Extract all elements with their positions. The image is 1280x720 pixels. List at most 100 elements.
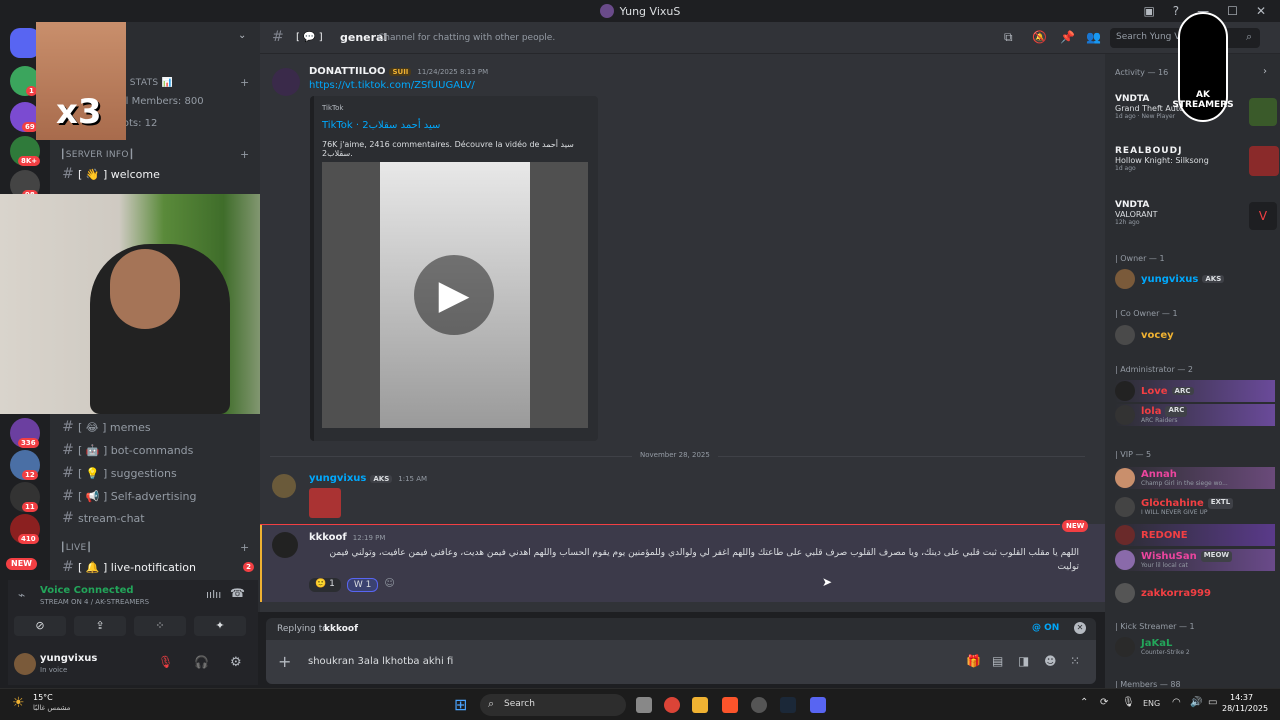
add-channel-icon[interactable]: +	[240, 541, 249, 554]
taskbar: ☀ 15°C مشمس غالبًا ⊞ ⌕ Search ⌃ ⟳ 🎙 ENG …	[0, 688, 1280, 720]
embed-title[interactable]: TikTok · سيد أحمد سقلاب2	[322, 120, 440, 131]
channel-welcome[interactable]: #[ 👋 ] welcome	[58, 163, 254, 185]
maximize-button[interactable]: ☐	[1227, 4, 1238, 18]
member-item[interactable]: Annah Champ Girl in the siege wo...	[1115, 467, 1275, 489]
activity-card[interactable]: VNDTA VALORANT 12h ago V	[1115, 200, 1277, 236]
steam-icon[interactable]	[780, 697, 796, 713]
channel-self-advertising[interactable]: #[ 📢 ] Self-advertising	[58, 485, 254, 507]
play-icon[interactable]: ▶	[414, 255, 494, 335]
reaction[interactable]: 🙂 1	[309, 578, 341, 592]
brave-icon[interactable]	[722, 697, 738, 713]
video-thumbnail[interactable]: ▶	[322, 162, 588, 428]
upload-plus-icon[interactable]: +	[278, 652, 291, 671]
server-icon[interactable]: 410	[10, 514, 40, 544]
message-input[interactable]: shoukran 3ala lkhotba akhi fi	[308, 656, 453, 667]
network-icon[interactable]: ⟳	[1100, 697, 1108, 708]
mention-toggle[interactable]: @ ON	[1032, 623, 1059, 633]
members-icon[interactable]: 👥	[1086, 30, 1101, 44]
avatar[interactable]	[14, 653, 36, 675]
member-item[interactable]: JaKaL Counter-Strike 2	[1115, 636, 1275, 658]
activities-button[interactable]: ⁘	[134, 616, 186, 636]
channel-memes[interactable]: #[ 😂 ] memes	[58, 416, 254, 438]
member-item[interactable]: Glöchahine EXTL I WILL NEVER GIVE UP	[1115, 496, 1275, 518]
channel-stream-chat[interactable]: # stream-chat	[58, 507, 254, 529]
taskbar-search[interactable]: ⌕ Search	[480, 694, 626, 716]
language-indicator[interactable]: ENG	[1143, 699, 1160, 708]
avatar[interactable]	[272, 474, 296, 498]
reaction[interactable]: W 1	[346, 578, 379, 592]
username[interactable]: yungvixus	[40, 653, 97, 664]
add-channel-icon[interactable]: +	[240, 76, 249, 89]
gift-icon[interactable]: 🎁	[966, 654, 981, 668]
category-server-info[interactable]: ┃SERVER INFO┃	[60, 150, 135, 160]
message-author[interactable]: kkkoof	[309, 532, 347, 543]
gif-icon[interactable]: ▤	[992, 654, 1003, 668]
disconnect-icon[interactable]: ☎	[230, 586, 245, 600]
voice-status[interactable]: Voice Connected	[40, 585, 134, 596]
avatar[interactable]	[272, 532, 298, 558]
close-button[interactable]: ✕	[1256, 4, 1266, 18]
mic-icon[interactable]: 🎙	[1122, 697, 1135, 708]
channel-topic[interactable]: Channel for chatting with other people.	[378, 33, 555, 43]
channel-bot-commands[interactable]: #[ 🤖 ] bot-commands	[58, 439, 254, 461]
gear-icon[interactable]: ⚙	[230, 655, 242, 670]
inbox-icon[interactable]: ▣	[1143, 4, 1154, 18]
category-live[interactable]: ┃LIVE┃	[60, 543, 92, 553]
message-author[interactable]: yungvixus	[309, 473, 366, 484]
discord-icon[interactable]	[810, 697, 826, 713]
battery-icon[interactable]: ▭	[1208, 697, 1217, 708]
avatar[interactable]	[272, 68, 300, 96]
member-item[interactable]: lola ARC ARC Raiders	[1115, 404, 1275, 426]
deafen-icon[interactable]: 🎧	[194, 655, 209, 669]
app-icon[interactable]	[751, 697, 767, 713]
soundboard-icon[interactable]: ıılıı	[206, 588, 221, 601]
camera-button[interactable]: ⊘	[14, 616, 66, 636]
chevron-down-icon[interactable]: ⌄	[238, 30, 246, 41]
screen-share-button[interactable]: ⇪	[74, 616, 126, 636]
chrome-icon[interactable]	[664, 697, 680, 713]
voice-channel[interactable]: STREAM ON 4 / AK-STREAMERS	[40, 598, 149, 606]
server-icon[interactable]: 12	[10, 450, 40, 480]
member-item[interactable]: vocey	[1115, 324, 1275, 346]
help-icon[interactable]: ?	[1173, 4, 1179, 18]
file-explorer-icon[interactable]	[692, 697, 708, 713]
activity-card[interactable]: REALBOUDJ Hollow Knight: Silksong 1d ago	[1115, 146, 1279, 182]
member-item[interactable]: REDONE	[1115, 524, 1275, 546]
category-stats[interactable]: R STATS 📊	[120, 78, 173, 88]
add-reaction-icon[interactable]: ☺	[384, 578, 394, 592]
message-link[interactable]: https://vt.tiktok.com/ZSfUUGALV/	[309, 80, 475, 91]
add-channel-icon[interactable]: +	[240, 148, 249, 161]
mute-icon[interactable]: 🎙	[158, 655, 173, 669]
member-item[interactable]: WishuSan MEOW Your lil local cat	[1115, 549, 1275, 571]
sticker-icon[interactable]: ◨	[1018, 654, 1029, 668]
member-item[interactable]: yungvixus AKS	[1115, 268, 1275, 290]
server-icon[interactable]: 8K+	[10, 136, 41, 166]
weather-icon[interactable]: ☀	[12, 695, 25, 711]
task-view-icon[interactable]	[636, 697, 652, 713]
close-reply-icon[interactable]: ✕	[1074, 622, 1086, 634]
member-item[interactable]: zakkorra999	[1115, 582, 1275, 604]
server-icon[interactable]: 336	[10, 418, 40, 448]
member-item[interactable]: Love ARC	[1115, 380, 1275, 402]
clock-date[interactable]: 28/11/2025	[1222, 704, 1268, 713]
message-author[interactable]: DONATTIILOO	[309, 66, 385, 77]
volume-icon[interactable]: 🔊	[1190, 697, 1202, 708]
wifi-icon[interactable]: ◠	[1172, 697, 1181, 708]
chevron-right-icon[interactable]: ›	[1263, 66, 1267, 77]
clock-time[interactable]: 14:37	[1230, 693, 1253, 702]
pin-icon[interactable]: 📌	[1060, 30, 1075, 44]
notification-icon[interactable]: 🔕	[1032, 30, 1047, 44]
image-attachment[interactable]	[309, 488, 341, 518]
reply-target: kkkoof	[324, 624, 358, 634]
threads-icon[interactable]: ⧉	[1004, 30, 1013, 45]
chevron-up-icon[interactable]: ⌃	[1080, 697, 1088, 708]
effects-button[interactable]: ✦	[194, 616, 246, 636]
start-icon[interactable]: ⊞	[454, 695, 467, 714]
channel-prefix: [ 💬 ]	[296, 32, 323, 43]
channel-live-notification[interactable]: #[ 🔔 ] live-notification 2	[58, 556, 254, 578]
channel-suggestions[interactable]: #[ 💡 ] suggestions	[58, 462, 254, 484]
emoji-icon[interactable]: ☻	[1044, 654, 1057, 668]
server-icon[interactable]: 11	[10, 482, 40, 512]
weather-temp[interactable]: 15°C	[33, 693, 53, 702]
apps-icon[interactable]: ⁙	[1070, 654, 1080, 668]
